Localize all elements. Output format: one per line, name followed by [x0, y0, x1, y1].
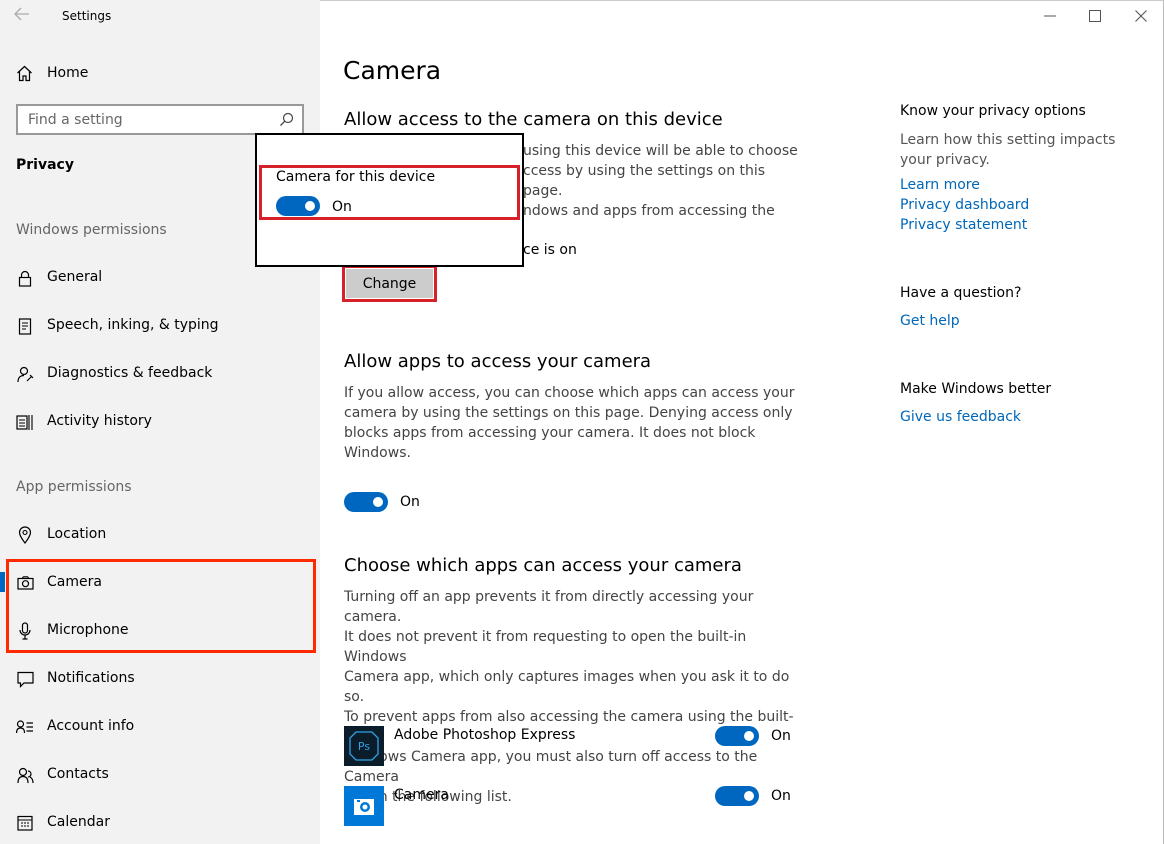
sidebar: Settings Home Privacy Windows permission…	[0, 0, 320, 844]
lock-icon	[16, 268, 34, 288]
search-input[interactable]	[18, 106, 268, 133]
privacy-dashboard-link[interactable]: Privacy dashboard	[900, 197, 1029, 213]
sidebar-item-location[interactable]: Location	[0, 515, 320, 555]
description-line: If you allow access, you can choose whic…	[344, 385, 795, 401]
description-line: It does not prevent it from requesting t…	[344, 629, 747, 665]
description-line: Camera app, which only captures images w…	[344, 669, 790, 705]
windows-permissions-label: Windows permissions	[16, 222, 167, 238]
camera-app-icon	[344, 786, 384, 826]
camera-app-toggle[interactable]	[715, 786, 759, 806]
sidebar-item-contacts[interactable]: Contacts	[0, 755, 320, 795]
sidebar-item-diagnostics[interactable]: Diagnostics & feedback	[0, 354, 320, 394]
activity-icon	[16, 412, 34, 432]
description-line: Windows.	[344, 445, 411, 461]
speech-icon	[16, 316, 34, 336]
camera-microphone-highlight	[6, 559, 316, 653]
close-icon[interactable]	[1130, 6, 1152, 26]
sidebar-item-label: Activity history	[47, 413, 152, 429]
app-toggle-state: On	[771, 728, 791, 744]
description-line: Windows Camera app, you must also turn o…	[344, 749, 758, 785]
search-icon[interactable]	[279, 112, 294, 131]
home-label: Home	[47, 65, 89, 81]
privacy-section-title: Privacy	[16, 157, 74, 173]
account-info-icon	[16, 717, 34, 737]
change-button-highlight: Change	[342, 265, 437, 302]
change-button[interactable]: Change	[346, 269, 433, 298]
description-line: blocks apps from accessing your camera. …	[344, 425, 756, 441]
sidebar-item-activity-history[interactable]: Activity history	[0, 402, 320, 442]
sidebar-item-notifications[interactable]: Notifications	[0, 659, 320, 699]
sidebar-item-label: Diagnostics & feedback	[47, 365, 213, 381]
calendar-icon	[16, 813, 34, 833]
app-title: Settings	[62, 9, 112, 23]
sidebar-item-label: Location	[47, 526, 107, 542]
privacy-options-title: Know your privacy options	[900, 103, 1086, 119]
app-name: Camera	[394, 787, 449, 803]
apps-access-description: If you allow access, you can choose whic…	[344, 383, 800, 463]
device-access-heading: Allow access to the camera on this devic…	[344, 109, 723, 130]
learn-more-link[interactable]: Learn more	[900, 177, 980, 193]
page-title: Camera	[343, 56, 442, 85]
sidebar-item-account-info[interactable]: Account info	[0, 707, 320, 747]
sidebar-item-label: Contacts	[47, 766, 109, 782]
sidebar-item-label: Speech, inking, & typing	[47, 317, 219, 333]
app-toggle-state: On	[771, 788, 791, 804]
search-box[interactable]	[16, 104, 304, 135]
get-help-link[interactable]: Get help	[900, 313, 960, 329]
contacts-icon	[16, 765, 34, 785]
sidebar-item-label: General	[47, 269, 103, 285]
description-line: Turning off an app prevents it from dire…	[344, 589, 754, 625]
question-title: Have a question?	[900, 285, 1022, 301]
give-feedback-link[interactable]: Give us feedback	[900, 409, 1021, 425]
home-link[interactable]: Home	[16, 62, 88, 84]
sidebar-item-calendar[interactable]: Calendar	[0, 803, 320, 843]
apps-access-heading: Allow apps to access your camera	[344, 351, 652, 372]
notifications-icon	[16, 669, 34, 689]
popup-toggle-highlight	[259, 165, 520, 220]
choose-apps-description: Turning off an app prevents it from dire…	[344, 587, 800, 807]
app-name: Adobe Photoshop Express	[394, 727, 576, 743]
photoshop-express-icon: Ps	[344, 726, 384, 766]
make-windows-better-title: Make Windows better	[900, 381, 1052, 397]
privacy-options-text: Learn how this setting impacts your priv…	[900, 132, 1116, 168]
back-arrow-icon[interactable]	[14, 6, 34, 26]
choose-apps-heading: Choose which apps can access your camera	[344, 555, 742, 576]
apps-access-toggle-state: On	[400, 494, 420, 510]
sidebar-item-label: Calendar	[47, 814, 110, 830]
home-icon	[17, 65, 32, 81]
maximize-icon[interactable]	[1084, 6, 1106, 26]
location-icon	[16, 525, 34, 545]
photoshop-express-toggle[interactable]	[715, 726, 759, 746]
sidebar-item-label: Notifications	[47, 670, 135, 686]
apps-access-toggle[interactable]	[344, 492, 388, 512]
device-access-description: using this device will be able to choose…	[523, 141, 803, 221]
sidebar-item-speech[interactable]: Speech, inking, & typing	[0, 306, 320, 346]
device-status-text: ce is on	[523, 242, 577, 258]
description-line: using this device will be able to choose	[523, 143, 798, 159]
app-permissions-label: App permissions	[16, 479, 132, 495]
description-line: ndows and apps from accessing the	[523, 203, 775, 219]
diagnostics-icon	[16, 364, 34, 384]
sidebar-item-label: Account info	[47, 718, 135, 734]
minimize-icon[interactable]	[1039, 6, 1061, 26]
privacy-statement-link[interactable]: Privacy statement	[900, 217, 1027, 233]
description-line: ccess by using the settings on this page…	[523, 163, 766, 199]
camera-device-popup: Camera for this device On	[255, 133, 524, 267]
description-line: camera by using the settings on this pag…	[344, 405, 793, 421]
svg-text:Ps: Ps	[358, 740, 370, 753]
window-top-border	[320, 0, 1164, 1]
